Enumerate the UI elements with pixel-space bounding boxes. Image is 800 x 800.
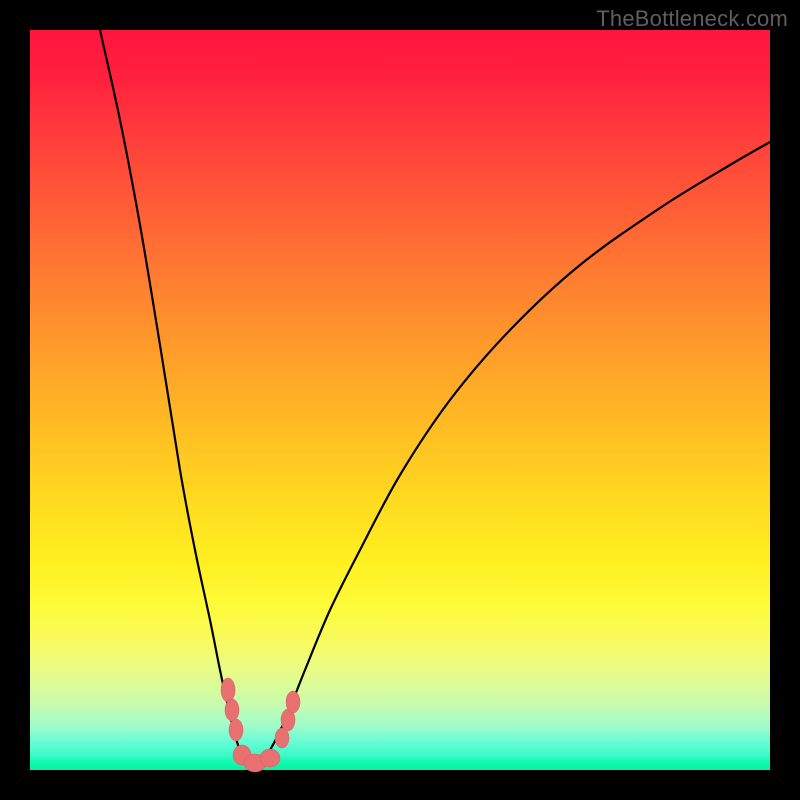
right-cluster-top [286, 691, 300, 713]
left-cluster-low [229, 719, 243, 741]
left-cluster-mid [225, 699, 239, 721]
marker-group [221, 678, 300, 772]
valley-right [260, 749, 280, 767]
left-cluster-top [221, 678, 235, 702]
watermark-text: TheBottleneck.com [596, 6, 788, 32]
chart-svg [30, 30, 770, 770]
chart-frame: TheBottleneck.com [0, 0, 800, 800]
bottleneck-curve [100, 30, 770, 767]
plot-area [30, 30, 770, 770]
